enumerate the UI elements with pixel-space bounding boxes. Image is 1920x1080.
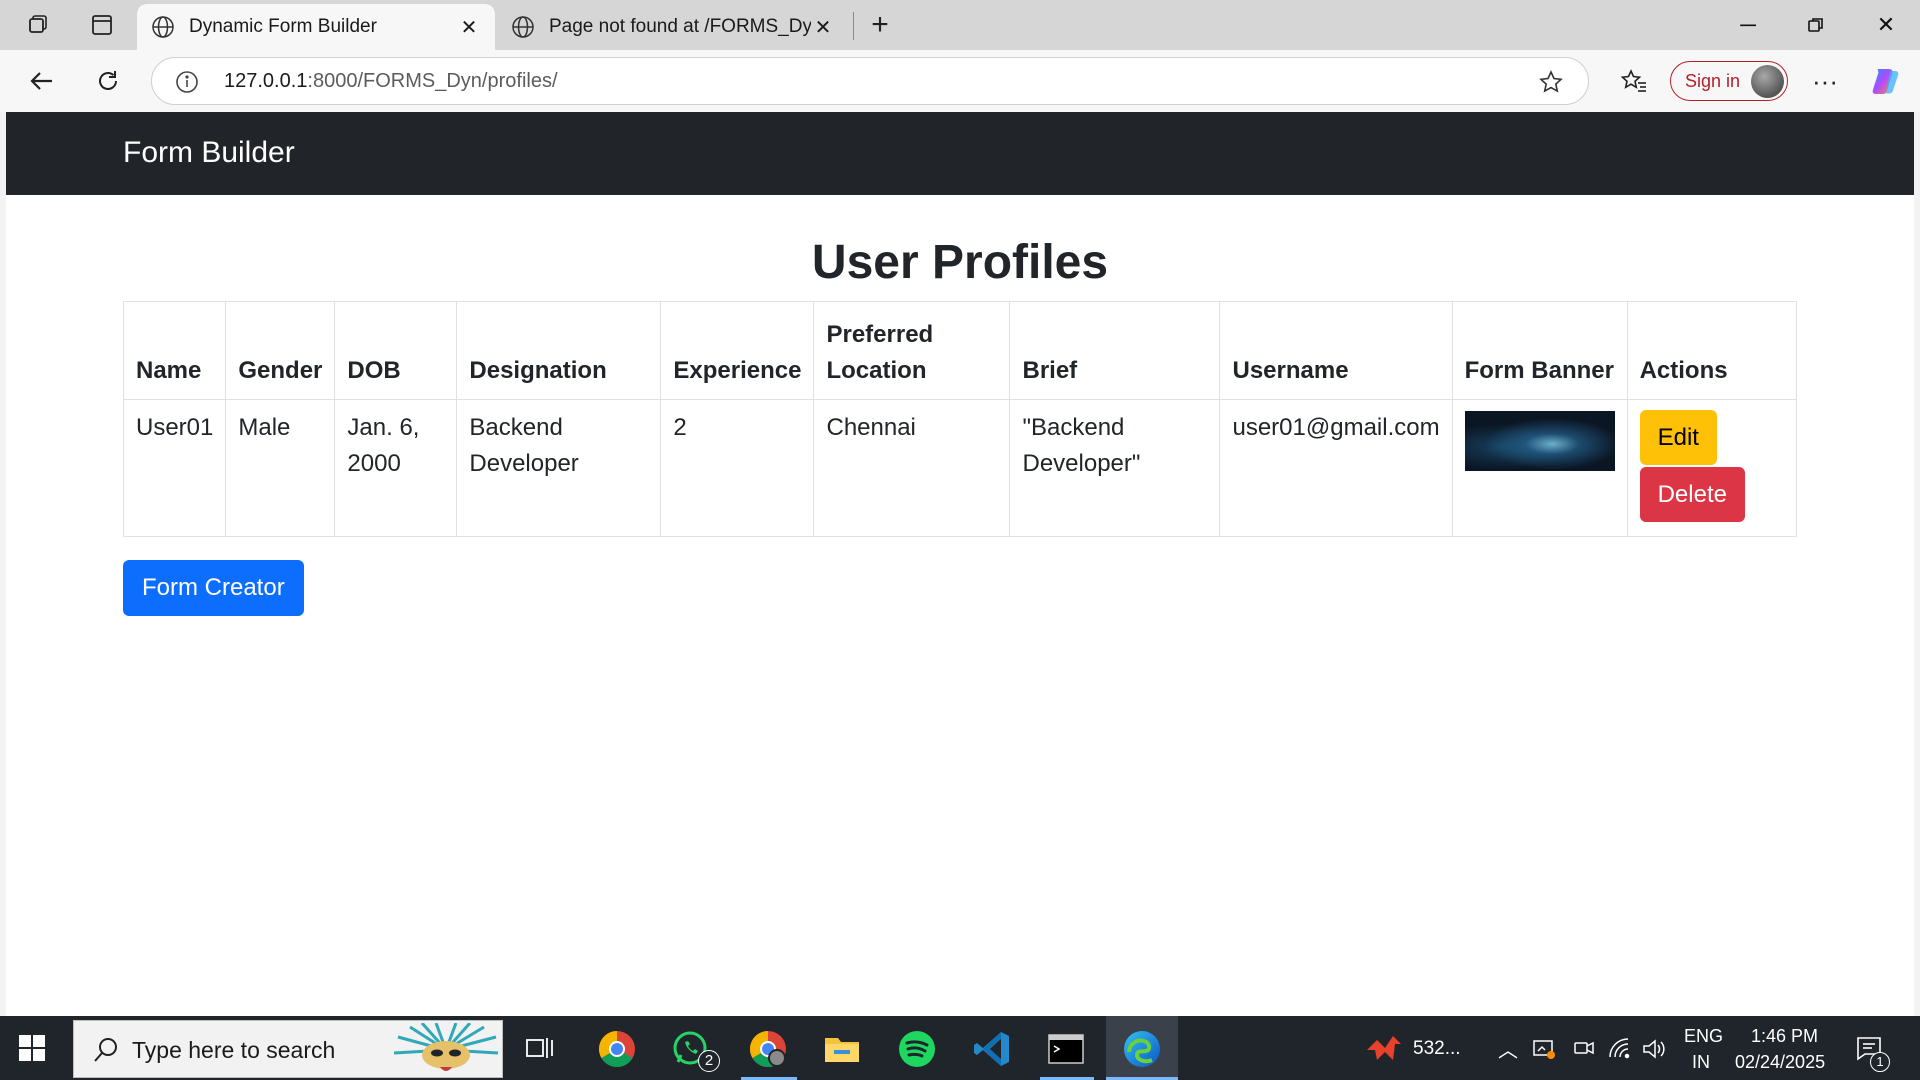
file-explorer-icon[interactable] (821, 1028, 863, 1070)
table-row: User01 Male Jan. 6, 2000 Backend Develop… (122, 399, 1798, 537)
tray-app-icon[interactable] (1365, 1030, 1403, 1066)
form-banner-image (1464, 411, 1615, 471)
column-header-form-banner: Form Banner (1451, 301, 1628, 400)
close-tab-icon[interactable]: ✕ (457, 15, 481, 39)
close-tab-icon[interactable]: ✕ (811, 15, 835, 39)
whatsapp-badge: 2 (698, 1050, 720, 1072)
sign-in-button[interactable]: Sign in (1670, 61, 1788, 101)
url-host: 127.0.0.1 (224, 70, 308, 92)
clock-time[interactable]: 1:46 PM (1751, 1026, 1818, 1047)
tab-separator (853, 12, 854, 40)
cell-dob: Jan. 6, 2000 (334, 399, 458, 537)
search-placeholder: Type here to search (132, 1037, 336, 1063)
tab-page-not-found[interactable]: Page not found at /FORMS_Dyn/f ✕ (497, 4, 849, 50)
column-header-gender: Gender (225, 301, 336, 400)
show-hidden-icons-chevron-icon[interactable]: ︿ (1498, 1034, 1518, 1063)
tab-title: Page not found at /FORMS_Dyn/f (549, 16, 811, 37)
cell-designation: Backend Developer (456, 399, 662, 537)
cell-location: Chennai (813, 399, 1011, 537)
browser-toolbar: 127.0.0.1:8000/FORMS_Dyn/profiles/ Sign … (0, 50, 1920, 112)
tray-app-label[interactable]: 532... (1413, 1038, 1461, 1060)
page-title: User Profiles (811, 236, 1109, 289)
search-icon (94, 1038, 117, 1062)
chrome-icon[interactable] (596, 1028, 638, 1070)
windows-start-icon[interactable] (18, 1034, 46, 1062)
terminal-icon[interactable] (1045, 1028, 1087, 1070)
column-header-brief: Brief (1009, 301, 1221, 400)
sign-in-label: Sign in (1685, 70, 1741, 91)
network-status-icon[interactable] (1531, 1036, 1557, 1062)
cell-brief: "Backend Developer" (1009, 399, 1221, 537)
meet-now-icon[interactable] (1572, 1036, 1596, 1060)
column-header-username: Username (1219, 301, 1453, 400)
vscode-icon[interactable] (971, 1028, 1013, 1070)
region-indicator: IN (1692, 1052, 1710, 1072)
column-header-designation: Designation (456, 301, 662, 400)
profiles-table: Name Gender DOB Designation Experience P… (122, 301, 1798, 537)
more-options-icon[interactable]: ··· (1805, 62, 1845, 100)
column-header-dob: DOB (334, 301, 458, 400)
close-window-icon[interactable]: ✕ (1854, 0, 1918, 50)
cell-experience: 2 (660, 399, 815, 537)
cell-username: user01@gmail.com (1219, 399, 1453, 537)
spotify-icon[interactable] (896, 1028, 938, 1070)
cell-gender: Male (225, 399, 336, 537)
language-indicator[interactable]: ENG (1684, 1026, 1723, 1047)
globe-icon (512, 16, 534, 38)
new-tab-button[interactable]: + (860, 8, 900, 42)
column-header-name: Name (122, 301, 227, 400)
navbar-brand[interactable]: Form Builder (123, 136, 295, 170)
column-header-experience: Experience (660, 301, 815, 400)
column-header-actions: Actions (1626, 301, 1798, 400)
navbar: Form Builder (6, 112, 1914, 195)
search-highlight-mask-icon (393, 1023, 499, 1071)
column-header-preferred-location: Preferred Location (813, 301, 1011, 400)
cell-form-banner (1451, 399, 1628, 537)
favorites-icon[interactable] (1614, 62, 1654, 100)
cell-actions: Edit Delete (1626, 399, 1798, 537)
delete-button[interactable]: Delete (1639, 467, 1745, 522)
edit-button[interactable]: Edit (1639, 410, 1717, 465)
copilot-icon[interactable] (1866, 62, 1906, 100)
browser-tab-bar: Dynamic Form Builder ✕ Page not found at… (0, 0, 1920, 50)
back-icon[interactable] (22, 62, 62, 100)
windows-taskbar: Type here to search 2 532... ︿ ENG IN 1:… (0, 1016, 1920, 1080)
page-viewport: Form Builder User Profiles Name Gender D… (6, 112, 1914, 1016)
edge-taskbar-item[interactable] (1106, 1016, 1178, 1080)
tab-title: Dynamic Form Builder (189, 16, 377, 37)
volume-icon[interactable] (1641, 1036, 1667, 1062)
notification-badge: 1 (1870, 1052, 1890, 1072)
url-text: 127.0.0.1:8000/FORMS_Dyn/profiles/ (224, 70, 558, 93)
site-info-icon[interactable] (174, 69, 200, 95)
minimize-icon[interactable]: ─ (1716, 0, 1780, 50)
tab-dynamic-form-builder[interactable]: Dynamic Form Builder ✕ (137, 4, 495, 50)
refresh-icon[interactable] (88, 62, 128, 100)
favorite-star-icon[interactable] (1538, 69, 1564, 95)
workspaces-icon[interactable] (20, 8, 56, 42)
url-path: :8000/FORMS_Dyn/profiles/ (307, 70, 558, 92)
restore-icon[interactable] (1784, 0, 1848, 50)
wifi-icon[interactable] (1607, 1036, 1633, 1062)
task-view-icon[interactable] (519, 1028, 561, 1070)
edge-icon (1124, 1031, 1160, 1067)
cell-name: User01 (122, 399, 227, 537)
tab-actions-icon[interactable] (84, 8, 120, 42)
address-bar[interactable]: 127.0.0.1:8000/FORMS_Dyn/profiles/ (151, 57, 1589, 105)
clock-date: 02/24/2025 (1735, 1052, 1826, 1072)
table-header-row: Name Gender DOB Designation Experience P… (122, 301, 1798, 400)
profile-avatar (1751, 65, 1784, 98)
chrome-profile-icon[interactable] (747, 1028, 789, 1070)
form-creator-button[interactable]: Form Creator (123, 560, 304, 616)
taskbar-search-box[interactable]: Type here to search (73, 1020, 503, 1078)
globe-icon (152, 16, 174, 38)
